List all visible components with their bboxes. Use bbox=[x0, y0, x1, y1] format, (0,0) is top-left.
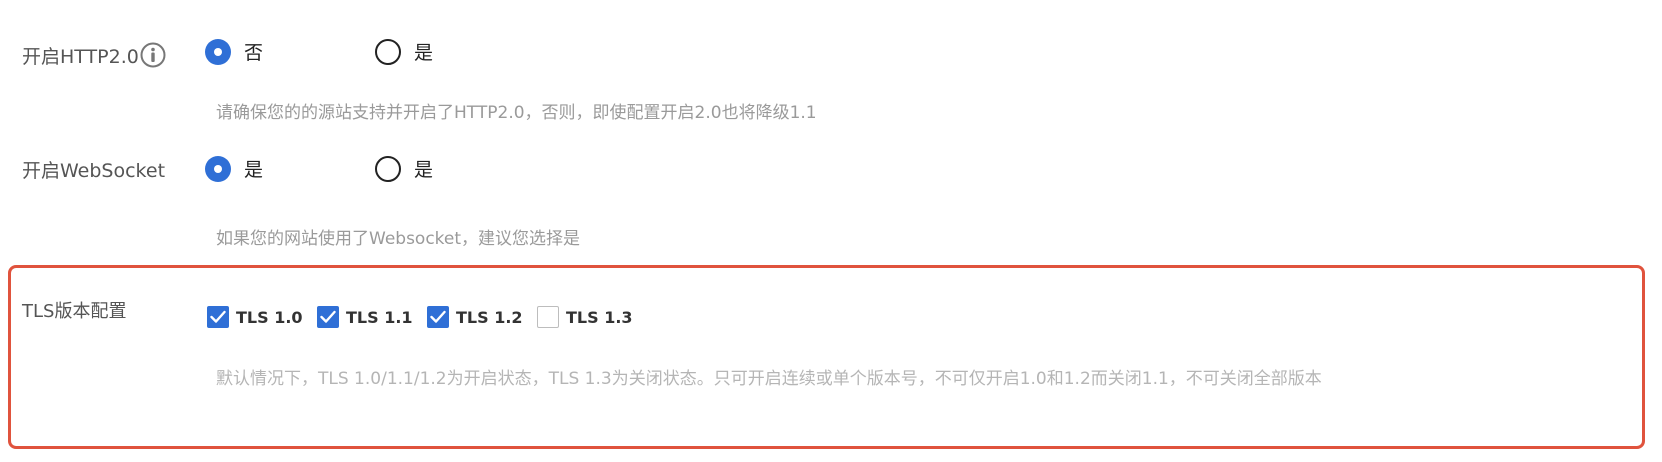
http2-hint: 请确保您的的源站支持并开启了HTTP2.0，否则，即使配置开启2.0也将降级1.… bbox=[216, 103, 817, 123]
checkbox-checked-icon bbox=[427, 306, 449, 328]
radio-unselected-icon bbox=[375, 155, 401, 182]
tls-label: TLS版本配置 bbox=[22, 301, 127, 322]
websocket-radio-second[interactable]: 是 bbox=[375, 155, 433, 182]
tls-1-0-label: TLS 1.0 bbox=[236, 307, 303, 327]
tls-highlight-box bbox=[8, 265, 1645, 449]
http2-radio-yes-label: 是 bbox=[414, 42, 434, 64]
tls-1-3-label: TLS 1.3 bbox=[566, 307, 633, 327]
http2-radio-no-label: 否 bbox=[244, 42, 264, 64]
checkbox-unchecked-icon bbox=[537, 306, 559, 328]
websocket-radio-yes[interactable]: 是 bbox=[205, 155, 263, 182]
websocket-radio-second-label: 是 bbox=[414, 159, 434, 181]
checkbox-checked-icon bbox=[317, 306, 339, 328]
tls-1-2-label: TLS 1.2 bbox=[456, 307, 523, 327]
radio-unselected-icon bbox=[375, 38, 401, 65]
radio-selected-icon bbox=[205, 38, 231, 65]
tls-1-2-checkbox[interactable]: TLS 1.2 bbox=[427, 306, 523, 328]
websocket-radio-yes-label: 是 bbox=[244, 159, 264, 181]
tls-hint: 默认情况下，TLS 1.0/1.1/1.2为开启状态，TLS 1.3为关闭状态。… bbox=[216, 369, 1322, 389]
websocket-label: 开启WebSocket bbox=[22, 160, 166, 182]
tls-1-3-checkbox[interactable]: TLS 1.3 bbox=[537, 306, 633, 328]
tls-1-1-label: TLS 1.1 bbox=[346, 307, 413, 327]
http2-radio-no[interactable]: 否 bbox=[205, 38, 263, 65]
tls-1-0-checkbox[interactable]: TLS 1.0 bbox=[207, 306, 303, 328]
info-icon[interactable] bbox=[140, 42, 166, 68]
tls-1-1-checkbox[interactable]: TLS 1.1 bbox=[317, 306, 413, 328]
http2-radio-yes[interactable]: 是 bbox=[375, 38, 433, 65]
http2-label: 开启HTTP2.0 bbox=[22, 46, 139, 68]
checkbox-checked-icon bbox=[207, 306, 229, 328]
radio-selected-icon bbox=[205, 155, 231, 182]
websocket-hint: 如果您的网站使用了Websocket，建议您选择是 bbox=[216, 229, 581, 249]
